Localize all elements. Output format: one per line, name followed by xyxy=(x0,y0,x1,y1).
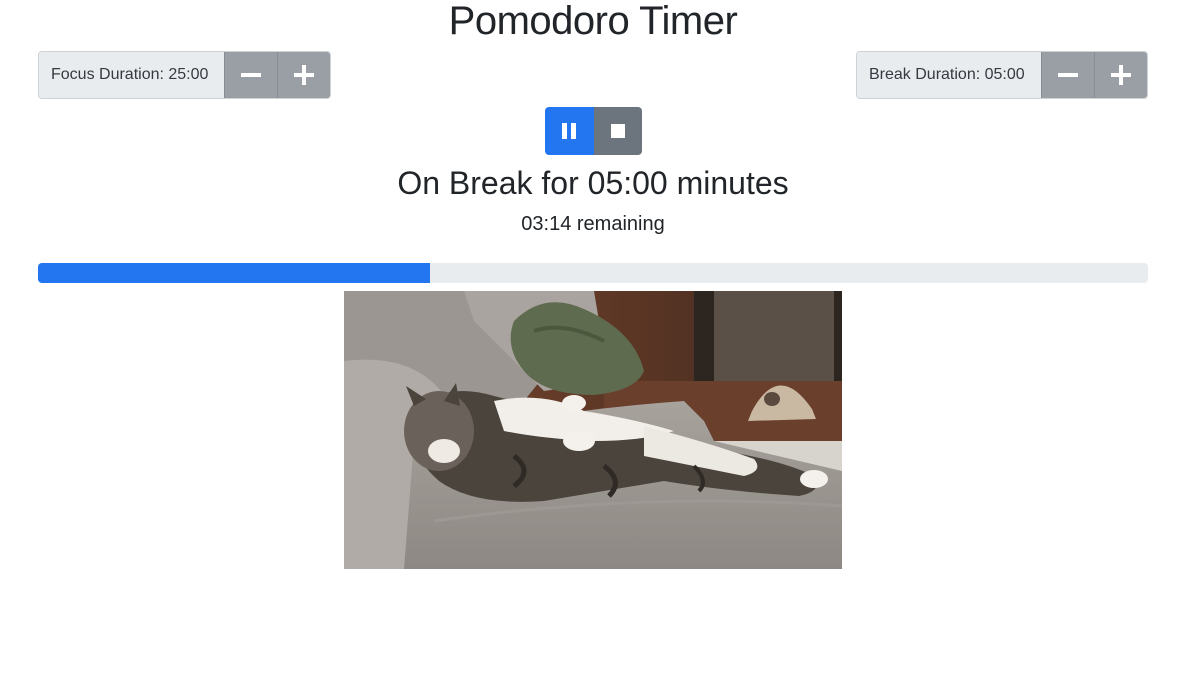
break-duration-label: Break Duration: 05:00 xyxy=(857,52,1041,98)
break-cat-image xyxy=(344,291,842,569)
timer-controls xyxy=(545,107,642,155)
focus-duration-label: Focus Duration: 25:00 xyxy=(39,52,224,98)
time-remaining: 03:14 remaining xyxy=(521,213,665,235)
progress-bar xyxy=(38,263,1148,283)
break-increment-button[interactable] xyxy=(1094,52,1147,98)
plus-icon xyxy=(294,65,314,85)
minus-icon xyxy=(241,73,261,77)
stop-button[interactable] xyxy=(593,107,642,155)
minus-icon xyxy=(1058,73,1078,77)
stop-icon xyxy=(610,124,625,138)
cat-on-couch-illustration xyxy=(344,291,842,569)
break-decrement-button[interactable] xyxy=(1041,52,1094,98)
pause-icon xyxy=(562,123,577,139)
page-title: Pomodoro Timer xyxy=(448,0,738,43)
focus-duration-group: Focus Duration: 25:00 xyxy=(38,51,331,99)
pomodoro-app: Pomodoro Timer Focus Duration: 25:00 Bre… xyxy=(0,0,1200,700)
pause-button[interactable] xyxy=(545,107,594,155)
break-duration-group: Break Duration: 05:00 xyxy=(856,51,1148,99)
focus-decrement-button[interactable] xyxy=(224,52,277,98)
plus-icon xyxy=(1111,65,1131,85)
status-heading: On Break for 05:00 minutes xyxy=(397,165,789,201)
progress-fill xyxy=(38,263,430,283)
focus-increment-button[interactable] xyxy=(277,52,330,98)
